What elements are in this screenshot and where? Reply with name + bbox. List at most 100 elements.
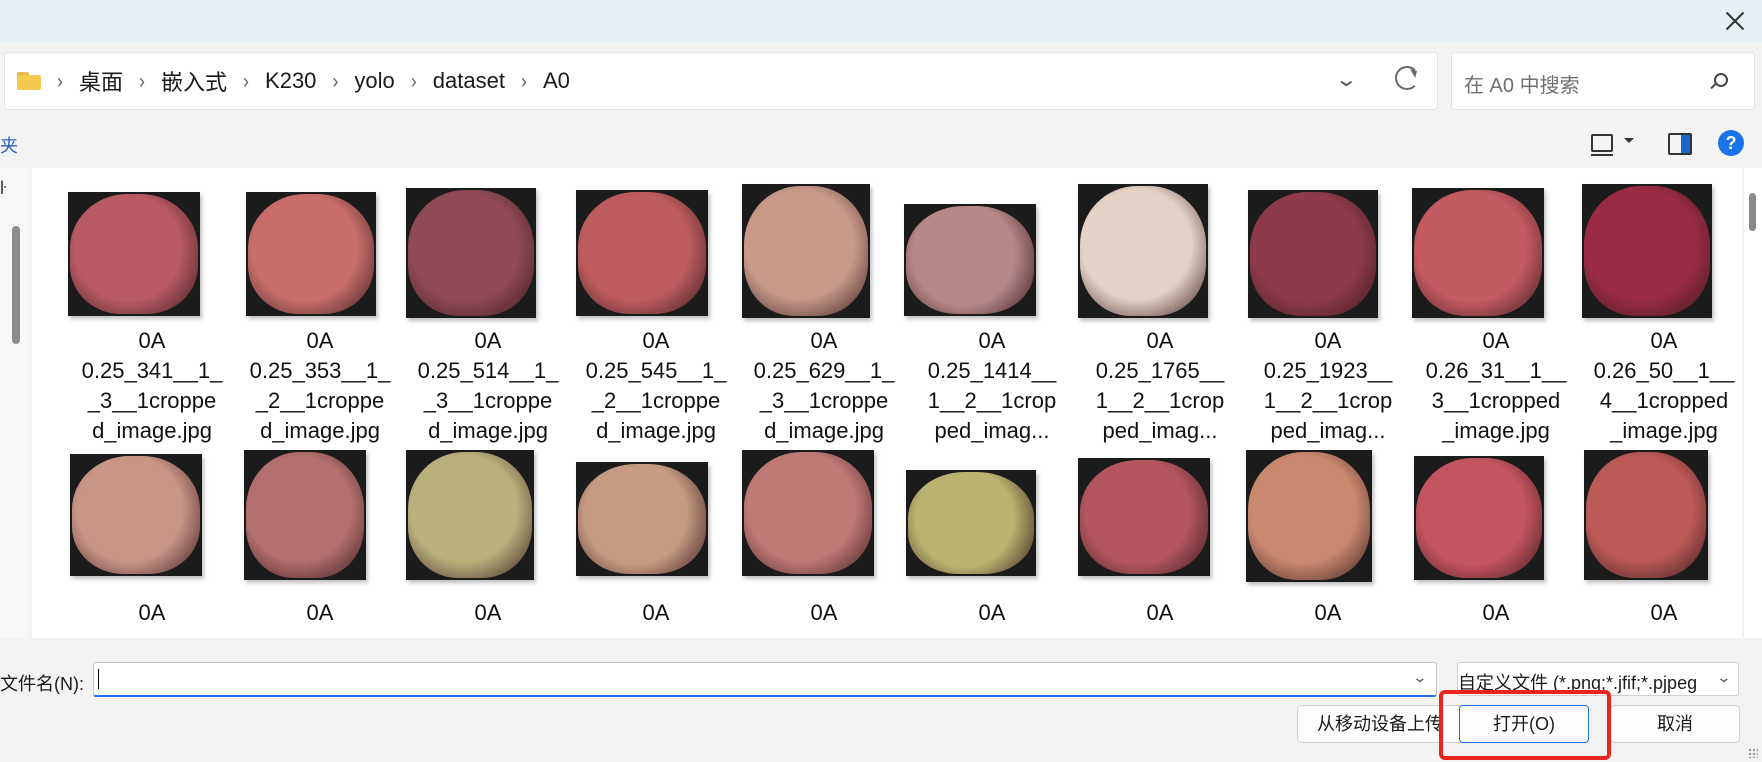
apple-image [1414, 456, 1544, 580]
view-dropdown-caret-icon[interactable] [1624, 138, 1634, 148]
file-thumbnail [904, 168, 1076, 318]
apple-shape [1584, 186, 1710, 316]
resize-grip-icon[interactable] [1748, 748, 1758, 758]
apple-shape [72, 456, 200, 574]
apple-shape [908, 472, 1034, 574]
file-thumbnail [236, 168, 404, 318]
apple-shape [1080, 186, 1206, 316]
file-name: 0A 0.26_31__1__ 3__1cropped _image.jpg [1425, 328, 1567, 443]
file-name: 0A 0.25_341__1_ _3__1croppe d_image.jpg [81, 328, 223, 443]
file-name: 0A [810, 600, 838, 625]
chevron-down-icon[interactable]: ⌄ [1335, 67, 1358, 92]
apple-image [1248, 190, 1378, 318]
apple-shape [1250, 192, 1376, 316]
folder-icon [17, 72, 41, 90]
title-bar [0, 0, 1762, 42]
apple-shape [248, 194, 374, 314]
apple-shape [578, 192, 706, 314]
file-name: 0A [1482, 600, 1510, 625]
refresh-icon[interactable] [1395, 66, 1419, 90]
preview-pane-icon[interactable] [1668, 133, 1692, 155]
file-thumbnail [572, 440, 740, 590]
apple-shape [578, 464, 706, 574]
breadcrumb-item-desktop[interactable]: 桌面 [79, 65, 123, 97]
file-thumbnail [68, 440, 236, 590]
file-name: 0A [138, 600, 166, 625]
file-name: 0A 0.25_545__1_ _2__1croppe d_image.jpg [585, 328, 727, 443]
apple-image [906, 470, 1036, 576]
apple-image [576, 462, 708, 576]
file-name: 0A [1146, 600, 1174, 625]
file-name: 0A [642, 600, 670, 625]
file-thumbnail [740, 440, 908, 590]
filename-input[interactable]: ⌄ [93, 662, 1437, 697]
apple-image [1582, 184, 1712, 318]
file-thumbnail [1412, 168, 1580, 318]
file-name: 0A 0.25_1765__ 1__2__1crop ped_imag... [1095, 328, 1225, 443]
close-icon[interactable] [1722, 8, 1748, 34]
file-name: 0A 0.25_1414__ 1__2__1crop ped_imag... [927, 328, 1057, 443]
apple-image [576, 190, 708, 316]
filename-label: 文件名(N): [0, 674, 84, 694]
chevron-right-icon: › [243, 68, 250, 93]
toolbar-fragment[interactable]: 夹 [0, 132, 18, 158]
search-icon [1714, 73, 1728, 87]
search-placeholder: 在 A0 中搜索 [1464, 75, 1580, 97]
file-thumbnail [1244, 168, 1412, 318]
file-thumbnail [740, 168, 908, 318]
address-bar[interactable]: › 桌面 › 嵌入式 › K230 › yolo › dataset › A0 … [4, 52, 1438, 110]
navigation-pane-fragment: ŀ [0, 178, 7, 198]
breadcrumb-item-k230[interactable]: K230 [265, 68, 316, 94]
cancel-button[interactable]: 取消 [1610, 705, 1740, 743]
apple-image [1078, 184, 1208, 318]
file-thumbnail [572, 168, 740, 318]
breadcrumb-item-embedded[interactable]: 嵌入式 [161, 65, 227, 97]
apple-shape [1416, 458, 1542, 578]
highlight-box [1439, 690, 1611, 760]
file-name: 0A [306, 600, 334, 625]
apple-shape [1080, 460, 1208, 574]
view-mode-icon[interactable] [1591, 134, 1613, 156]
breadcrumb-item-yolo[interactable]: yolo [354, 68, 394, 94]
chevron-down-icon: ⌄ [1716, 669, 1732, 685]
help-icon[interactable]: ? [1718, 130, 1744, 156]
chevron-right-icon: › [57, 68, 63, 93]
apple-image [1078, 458, 1210, 576]
search-input[interactable]: 在 A0 中搜索 [1451, 52, 1755, 110]
chevron-right-icon: › [410, 68, 417, 93]
file-thumbnail [68, 168, 236, 318]
file-list: 0A 0.25_341__1_ _3__1croppe d_image.jpg 0… [32, 168, 1742, 638]
file-thumbnail [404, 440, 572, 590]
apple-shape [70, 194, 198, 314]
apple-shape [408, 190, 534, 316]
breadcrumb-item-a0[interactable]: A0 [543, 68, 570, 94]
breadcrumb-item-dataset[interactable]: dataset [433, 68, 505, 94]
apple-shape [408, 452, 532, 578]
file-name: 0A 0.25_514__1_ _3__1croppe d_image.jpg [417, 328, 559, 443]
apple-shape [1248, 452, 1370, 580]
apple-image [406, 188, 536, 318]
file-thumbnail [1076, 168, 1244, 318]
text-caret [98, 669, 99, 689]
navigation-scrollbar-thumb[interactable] [12, 226, 20, 344]
file-list-scrollbar[interactable] [1744, 168, 1762, 638]
apple-shape [906, 206, 1034, 314]
apple-shape [246, 452, 364, 578]
apple-image [1246, 450, 1372, 582]
apple-image [742, 450, 874, 576]
breadcrumb: › 桌面 › 嵌入式 › K230 › yolo › dataset › A0 [41, 65, 570, 97]
apple-image [70, 454, 202, 576]
apple-image [742, 184, 870, 318]
apple-image [244, 450, 366, 580]
apple-image [1584, 450, 1708, 580]
chevron-down-icon[interactable]: ⌄ [1413, 669, 1428, 686]
apple-shape [1414, 190, 1542, 316]
apple-image [406, 450, 534, 580]
file-name: 0A 0.26_50__1__ 4__1cropped _image.jpg [1593, 328, 1735, 443]
file-thumbnail [1412, 440, 1580, 590]
scrollbar-thumb[interactable] [1749, 193, 1756, 231]
file-thumbnail [1244, 440, 1412, 590]
file-name: 0A [978, 600, 1006, 625]
apple-shape [744, 186, 868, 316]
file-name: 0A [1650, 600, 1678, 625]
